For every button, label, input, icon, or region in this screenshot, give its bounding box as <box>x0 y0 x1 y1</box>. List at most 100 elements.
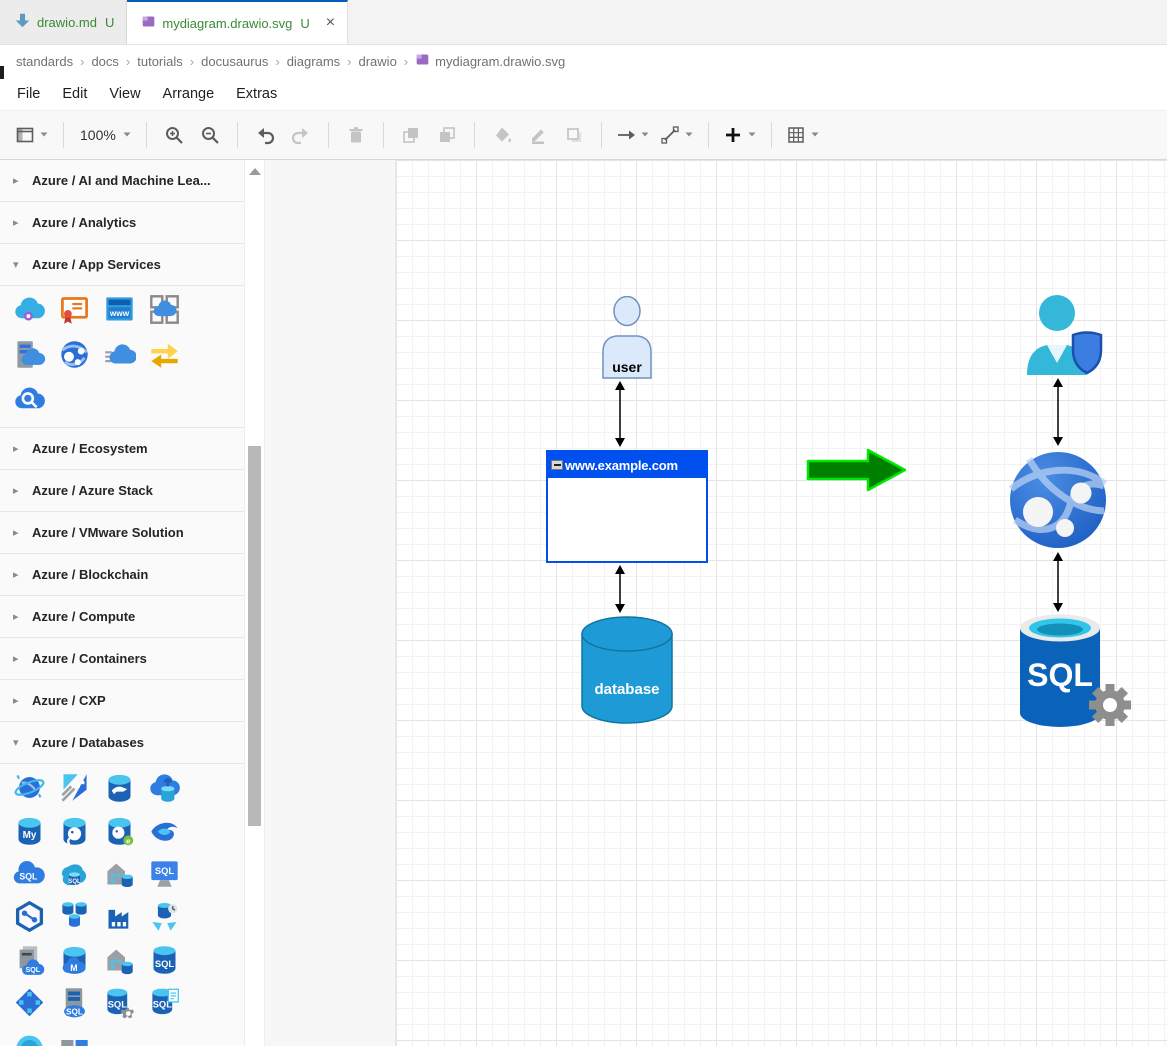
browser-window-shape[interactable]: www.example.com <box>546 450 708 563</box>
undo-button[interactable] <box>252 121 278 149</box>
cdn-profiles-icon[interactable] <box>103 338 136 371</box>
elastic-pool-icon[interactable] <box>58 900 91 933</box>
managed-database-icon[interactable]: M <box>58 943 91 976</box>
postgresql-icon[interactable] <box>58 814 91 847</box>
app-service-environments-icon[interactable] <box>148 293 181 326</box>
menu-view[interactable]: View <box>98 82 151 106</box>
database-cylinder-icon: database <box>579 614 675 726</box>
palette-section-azure-ai-and-machine-lea-[interactable]: ▸Azure / AI and Machine Lea... <box>0 160 244 202</box>
menu-arrange[interactable]: Arrange <box>152 82 226 106</box>
sql-server-icon[interactable]: SQL <box>58 986 91 1019</box>
menu-extras[interactable]: Extras <box>225 82 288 106</box>
editor-tab-drawio.md[interactable]: drawio.mdU <box>0 0 127 44</box>
breadcrumb-item-mydiagram.drawio.svg[interactable]: mydiagram.drawio.svg <box>415 52 565 70</box>
connector-user-browser[interactable] <box>613 381 627 447</box>
api-management-icon[interactable] <box>13 293 46 326</box>
sql-edge-icon[interactable] <box>13 900 46 933</box>
breadcrumb-item-docs[interactable]: docs <box>91 54 118 69</box>
palette-section-azure-compute[interactable]: ▸Azure / Compute <box>0 596 244 638</box>
delete-icon <box>346 125 366 145</box>
breadcrumb-item-drawio[interactable]: drawio <box>359 54 397 69</box>
breadcrumb-item-tutorials[interactable]: tutorials <box>137 54 183 69</box>
sql-database-shape[interactable]: SQL <box>1016 613 1134 729</box>
app-services-icon[interactable] <box>58 338 91 371</box>
toolbar-separator <box>383 122 384 148</box>
azure-sql-cloud-icon[interactable]: SQL <box>13 857 46 890</box>
insert-button[interactable] <box>723 121 757 149</box>
tab-close-icon[interactable]: × <box>326 15 335 31</box>
svg-text:SQL: SQL <box>68 879 81 885</box>
breadcrumb-item-docusaurus[interactable]: docusaurus <box>201 54 268 69</box>
app-service-certificates-icon[interactable] <box>58 293 91 326</box>
palette-section-azure-databases[interactable]: ▾Azure / Databases <box>0 722 244 764</box>
palette-section-azure-azure-stack[interactable]: ▸Azure / Azure Stack <box>0 470 244 512</box>
mysql-icon[interactable]: My <box>13 814 46 847</box>
zoom-in-button[interactable] <box>161 121 187 149</box>
palette-section-azure-analytics[interactable]: ▸Azure / Analytics <box>0 202 244 244</box>
palette-section-azure-vmware-solution[interactable]: ▸Azure / VMware Solution <box>0 512 244 554</box>
breadcrumb-item-standards[interactable]: standards <box>16 54 73 69</box>
connector-appservice-sql[interactable] <box>1051 552 1065 612</box>
diagram-page-grid[interactable]: user www.example.com <box>395 160 1167 1046</box>
dropdown-caret-icon <box>39 129 49 139</box>
sql-database-icon[interactable]: SQL <box>148 943 181 976</box>
menu-edit[interactable]: Edit <box>51 82 98 106</box>
sql-database-doc-icon[interactable]: SQL <box>148 986 181 1019</box>
shadow-button <box>561 121 587 149</box>
svg-text:My: My <box>23 830 37 841</box>
connection-arrow-button[interactable] <box>616 121 650 149</box>
svg-text:SQL: SQL <box>25 966 40 974</box>
connector-user-appservice[interactable] <box>1051 378 1065 446</box>
database-cylinder-shape[interactable]: database <box>579 614 675 726</box>
sql-database-gear-icon[interactable]: SQL <box>103 986 136 1019</box>
partial-squares-icon[interactable] <box>58 1029 91 1046</box>
menu-file[interactable]: File <box>6 82 51 106</box>
zoom-dropdown-button[interactable]: 100% <box>78 121 132 149</box>
to-back-button <box>434 121 460 149</box>
data-warehouse-icon[interactable] <box>103 900 136 933</box>
elastic-job-agent-icon[interactable] <box>103 857 136 890</box>
connection-line-button[interactable] <box>660 121 694 149</box>
breadcrumb-item-diagrams[interactable]: diagrams <box>287 54 340 69</box>
mariadb-icon[interactable] <box>103 771 136 804</box>
palette-section-azure-blockchain[interactable]: ▸Azure / Blockchain <box>0 554 244 596</box>
toolbar-separator <box>474 122 475 148</box>
app-service-domains-icon[interactable]: www <box>103 293 136 326</box>
breadcrumb-separator: › <box>190 54 194 69</box>
palette-section-azure-ecosystem[interactable]: ▸Azure / Ecosystem <box>0 428 244 470</box>
scrollbar-thumb[interactable] <box>248 446 261 826</box>
green-right-arrow-shape[interactable] <box>806 447 908 493</box>
database-migration-icon[interactable] <box>148 771 181 804</box>
editor-tab-mydiagram.drawio.svg[interactable]: mydiagram.drawio.svgU× <box>127 0 348 44</box>
docs-sql-icon[interactable]: SQL <box>13 943 46 976</box>
palette-scrollbar[interactable] <box>245 160 265 1046</box>
person-icon: user <box>601 296 653 380</box>
app-service-plans-icon[interactable] <box>13 338 46 371</box>
table-button[interactable] <box>786 121 820 149</box>
diagram-canvas[interactable]: user www.example.com <box>265 160 1167 1046</box>
zoom-out-button[interactable] <box>197 121 223 149</box>
sql-managed-instance-icon[interactable]: SQL <box>58 857 91 890</box>
sql-stretch-icon[interactable] <box>13 986 46 1019</box>
data-explorer-icon[interactable] <box>58 771 91 804</box>
cosmos-db-icon[interactable] <box>13 771 46 804</box>
sql-vm-icon[interactable]: SQL <box>148 857 181 890</box>
instance-pools-icon[interactable] <box>103 943 136 976</box>
connector-browser-database[interactable] <box>613 565 627 613</box>
cognitive-search-icon[interactable] <box>13 383 46 416</box>
azure-user-shield-shape[interactable] <box>1021 293 1113 381</box>
palette-section-azure-app-services[interactable]: ▾Azure / App Services <box>0 244 244 286</box>
postgresql-flexible-icon[interactable]: e <box>103 814 136 847</box>
partial-circle-icon[interactable] <box>13 1029 46 1046</box>
app-service-globe-shape[interactable] <box>1008 450 1108 550</box>
page-view-button[interactable] <box>15 121 49 149</box>
palette-section-azure-containers[interactable]: ▸Azure / Containers <box>0 638 244 680</box>
notification-hubs-icon[interactable] <box>148 338 181 371</box>
scroll-up-arrow-icon[interactable] <box>249 168 261 175</box>
user-shape[interactable]: user <box>601 296 653 380</box>
line-color-icon <box>528 125 548 145</box>
palette-section-azure-cxp[interactable]: ▸Azure / CXP <box>0 680 244 722</box>
database-restore-icon[interactable] <box>148 900 181 933</box>
purview-icon[interactable] <box>148 814 181 847</box>
toolbar-separator <box>328 122 329 148</box>
